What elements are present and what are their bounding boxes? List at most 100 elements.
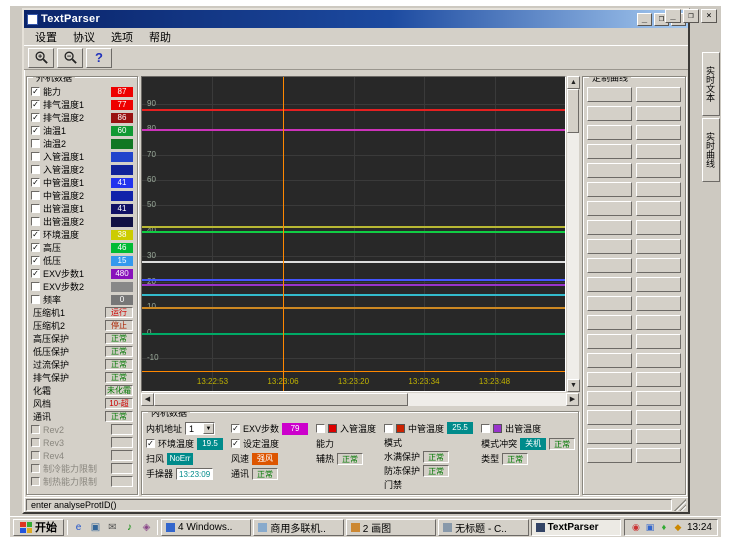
tray-icon-1[interactable]: ▣	[644, 521, 656, 533]
quick-launch-icon-4[interactable]: ◈	[139, 520, 154, 535]
curve-slot[interactable]	[587, 220, 632, 235]
horizontal-scroll-track[interactable]	[408, 393, 566, 406]
outer-minimize-icon[interactable]: _	[665, 9, 681, 23]
row-checkbox[interactable]	[31, 464, 40, 473]
curve-slot[interactable]	[587, 391, 632, 406]
curve-slot[interactable]	[587, 106, 632, 121]
task-button[interactable]: 2 画图	[346, 519, 436, 536]
row-checkbox[interactable]: ✓	[31, 126, 40, 135]
menu-item-1[interactable]: 协议	[65, 28, 103, 46]
curve-slot[interactable]	[636, 353, 681, 368]
curve-slot[interactable]	[587, 277, 632, 292]
curve-slot[interactable]	[587, 258, 632, 273]
row-checkbox[interactable]	[31, 295, 40, 304]
scroll-right-icon[interactable]: ▶	[566, 393, 579, 406]
tray-icon-0[interactable]: ◉	[630, 521, 642, 533]
curve-slot[interactable]	[587, 410, 632, 425]
task-button[interactable]: TextParser	[531, 519, 621, 536]
row-checkbox[interactable]	[31, 451, 40, 460]
curve-slot[interactable]	[587, 144, 632, 159]
curve-slot[interactable]	[587, 353, 632, 368]
curve-slot[interactable]	[587, 239, 632, 254]
vertical-scrollbar[interactable]: ▲ ▼	[566, 76, 579, 392]
start-button[interactable]: 开始	[13, 519, 64, 536]
vertical-scroll-thumb[interactable]	[567, 89, 579, 133]
row-checkbox[interactable]: ✓	[31, 87, 40, 96]
row-checkbox[interactable]: ✓	[231, 439, 240, 448]
curve-slot[interactable]	[587, 315, 632, 330]
curve-slot[interactable]	[587, 448, 632, 463]
curve-slot[interactable]	[636, 144, 681, 159]
curve-slot[interactable]	[636, 372, 681, 387]
row-checkbox[interactable]: ✓	[31, 100, 40, 109]
scroll-down-icon[interactable]: ▼	[567, 379, 580, 392]
scroll-up-icon[interactable]: ▲	[567, 76, 580, 89]
curve-slot[interactable]	[636, 163, 681, 178]
menu-item-0[interactable]: 设置	[27, 28, 65, 46]
tray-icon-3[interactable]: ◆	[672, 521, 684, 533]
quick-launch-icon-2[interactable]: ✉	[105, 520, 120, 535]
horizontal-scroll-thumb[interactable]	[154, 393, 408, 406]
row-checkbox[interactable]: ✓	[146, 439, 155, 448]
menu-item-2[interactable]: 选项	[103, 28, 141, 46]
help-button[interactable]: ?	[86, 48, 112, 68]
row-checkbox[interactable]	[31, 217, 40, 226]
curve-slot[interactable]	[636, 315, 681, 330]
outer-close-icon[interactable]: ×	[701, 9, 717, 23]
curve-slot[interactable]	[587, 334, 632, 349]
curve-slot[interactable]	[587, 125, 632, 140]
curve-slot[interactable]	[587, 201, 632, 216]
scroll-left-icon[interactable]: ◀	[141, 393, 154, 406]
row-checkbox[interactable]: ✓	[231, 424, 240, 433]
curve-slot[interactable]	[636, 87, 681, 102]
curve-slot[interactable]	[587, 182, 632, 197]
curve-slot[interactable]	[636, 448, 681, 463]
quick-launch-icon-1[interactable]: ▣	[88, 520, 103, 535]
outer-restore-icon[interactable]: ❐	[683, 9, 699, 23]
resize-grip[interactable]	[674, 499, 686, 511]
quick-launch-icon-0[interactable]: e	[71, 520, 86, 535]
row-checkbox[interactable]	[31, 282, 40, 291]
curve-slot[interactable]	[636, 220, 681, 235]
tray-icon-2[interactable]: ♦	[658, 521, 670, 533]
plot-area[interactable]: 9080706050403020100-1013:22:5313:23:0613…	[141, 76, 566, 392]
horizontal-scrollbar[interactable]: ◀ ▶	[141, 393, 579, 406]
zoom-out-button[interactable]	[57, 48, 83, 68]
minimize-icon[interactable]: _	[637, 13, 652, 26]
curve-slot[interactable]	[587, 163, 632, 178]
side-tab-1[interactable]: 实时曲线	[702, 118, 720, 182]
curve-slot[interactable]	[636, 410, 681, 425]
curve-slot[interactable]	[636, 106, 681, 121]
curve-slot[interactable]	[636, 258, 681, 273]
row-checkbox[interactable]: ✓	[31, 243, 40, 252]
task-button[interactable]: 4 Windows..	[161, 519, 251, 536]
menu-item-3[interactable]: 帮助	[141, 28, 179, 46]
task-button[interactable]: 商用多联机..	[253, 519, 343, 536]
curve-slot[interactable]	[636, 429, 681, 444]
zoom-in-button[interactable]	[28, 48, 54, 68]
curve-slot[interactable]	[636, 296, 681, 311]
title-bar[interactable]: TextParser _ ❐ ×	[24, 10, 688, 28]
row-checkbox[interactable]: ✓	[31, 178, 40, 187]
curve-slot[interactable]	[587, 429, 632, 444]
curve-slot[interactable]	[587, 87, 632, 102]
curve-slot[interactable]	[636, 201, 681, 216]
row-checkbox[interactable]: ✓	[31, 230, 40, 239]
indoor-address-select[interactable]: 1▼	[185, 422, 215, 435]
curve-slot[interactable]	[636, 391, 681, 406]
row-checkbox[interactable]	[31, 204, 40, 213]
row-checkbox[interactable]	[31, 425, 40, 434]
row-checkbox[interactable]: ✓	[31, 113, 40, 122]
side-tab-0[interactable]: 实时文本	[702, 52, 720, 116]
task-button[interactable]: 无标题 - C..	[438, 519, 528, 536]
curve-slot[interactable]	[636, 239, 681, 254]
row-checkbox[interactable]	[31, 139, 40, 148]
row-checkbox[interactable]	[316, 424, 325, 433]
curve-slot[interactable]	[636, 125, 681, 140]
row-checkbox[interactable]	[384, 424, 393, 433]
row-checkbox[interactable]: ✓	[31, 256, 40, 265]
curve-slot[interactable]	[587, 296, 632, 311]
curve-slot[interactable]	[636, 277, 681, 292]
vertical-scroll-track[interactable]	[567, 133, 579, 379]
curve-slot[interactable]	[587, 372, 632, 387]
